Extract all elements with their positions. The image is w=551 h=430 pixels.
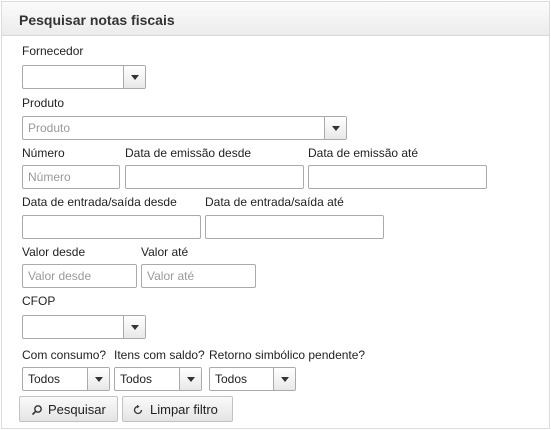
- chevron-down-icon: [95, 377, 103, 382]
- valor-desde-label: Valor desde: [22, 245, 86, 259]
- valor-desde-placeholder: Valor desde: [28, 269, 92, 283]
- fornecedor-label: Fornecedor: [22, 44, 84, 58]
- chevron-down-icon: [131, 75, 139, 80]
- search-icon: [31, 405, 42, 416]
- chevron-down-icon: [281, 377, 289, 382]
- entrada-ate-label: Data de entrada/saída até: [205, 195, 344, 209]
- refresh-icon: [133, 404, 143, 415]
- limpar-filtro-label: Limpar filtro: [150, 402, 218, 417]
- emissao-ate-input[interactable]: [308, 165, 487, 189]
- chevron-down-icon: [332, 126, 340, 131]
- emissao-ate-label: Data de emissão até: [308, 146, 419, 160]
- com-consumo-select[interactable]: Todos: [22, 367, 110, 391]
- retorno-simbolico-value: Todos: [215, 372, 248, 386]
- numero-input[interactable]: Número: [22, 165, 120, 189]
- produto-label: Produto: [22, 96, 65, 110]
- com-consumo-label: Com consumo?: [22, 348, 107, 362]
- panel-header: Pesquisar notas fiscais: [2, 2, 549, 36]
- emissao-desde-input[interactable]: [125, 165, 304, 189]
- dropdown-toggle[interactable]: [324, 117, 346, 139]
- itens-saldo-select[interactable]: Todos: [114, 367, 202, 391]
- entrada-desde-label: Data de entrada/saída desde: [22, 195, 177, 209]
- retorno-simbolico-select[interactable]: Todos: [209, 367, 296, 391]
- panel-title: Pesquisar notas fiscais: [19, 12, 175, 28]
- dropdown-toggle[interactable]: [123, 66, 145, 88]
- produto-placeholder: Produto: [28, 121, 71, 135]
- dropdown-toggle[interactable]: [87, 368, 109, 390]
- cfop-select[interactable]: [22, 315, 146, 339]
- itens-saldo-label: Itens com saldo?: [114, 348, 205, 362]
- produto-select[interactable]: Produto: [22, 116, 347, 140]
- chevron-down-icon: [131, 325, 139, 330]
- valor-ate-label: Valor até: [141, 245, 189, 259]
- fornecedor-select[interactable]: [22, 65, 146, 89]
- valor-desde-input[interactable]: Valor desde: [22, 264, 137, 288]
- dropdown-toggle[interactable]: [123, 316, 145, 338]
- valor-ate-placeholder: Valor até: [147, 269, 195, 283]
- numero-placeholder: Número: [28, 170, 71, 184]
- retorno-simbolico-label: Retorno simbólico pendente?: [209, 348, 366, 362]
- pesquisar-label: Pesquisar: [48, 402, 106, 417]
- com-consumo-value: Todos: [28, 372, 61, 386]
- limpar-filtro-button[interactable]: Limpar filtro: [122, 396, 233, 422]
- itens-saldo-value: Todos: [120, 372, 153, 386]
- pesquisar-button[interactable]: Pesquisar: [19, 396, 118, 422]
- chevron-down-icon: [187, 377, 195, 382]
- entrada-desde-input[interactable]: [22, 215, 201, 239]
- cfop-label: CFOP: [22, 294, 56, 308]
- entrada-ate-input[interactable]: [205, 215, 384, 239]
- emissao-desde-label: Data de emissão desde: [125, 146, 252, 160]
- dropdown-toggle[interactable]: [179, 368, 201, 390]
- numero-label: Número: [22, 146, 65, 160]
- dropdown-toggle[interactable]: [273, 368, 295, 390]
- valor-ate-input[interactable]: Valor até: [141, 264, 256, 288]
